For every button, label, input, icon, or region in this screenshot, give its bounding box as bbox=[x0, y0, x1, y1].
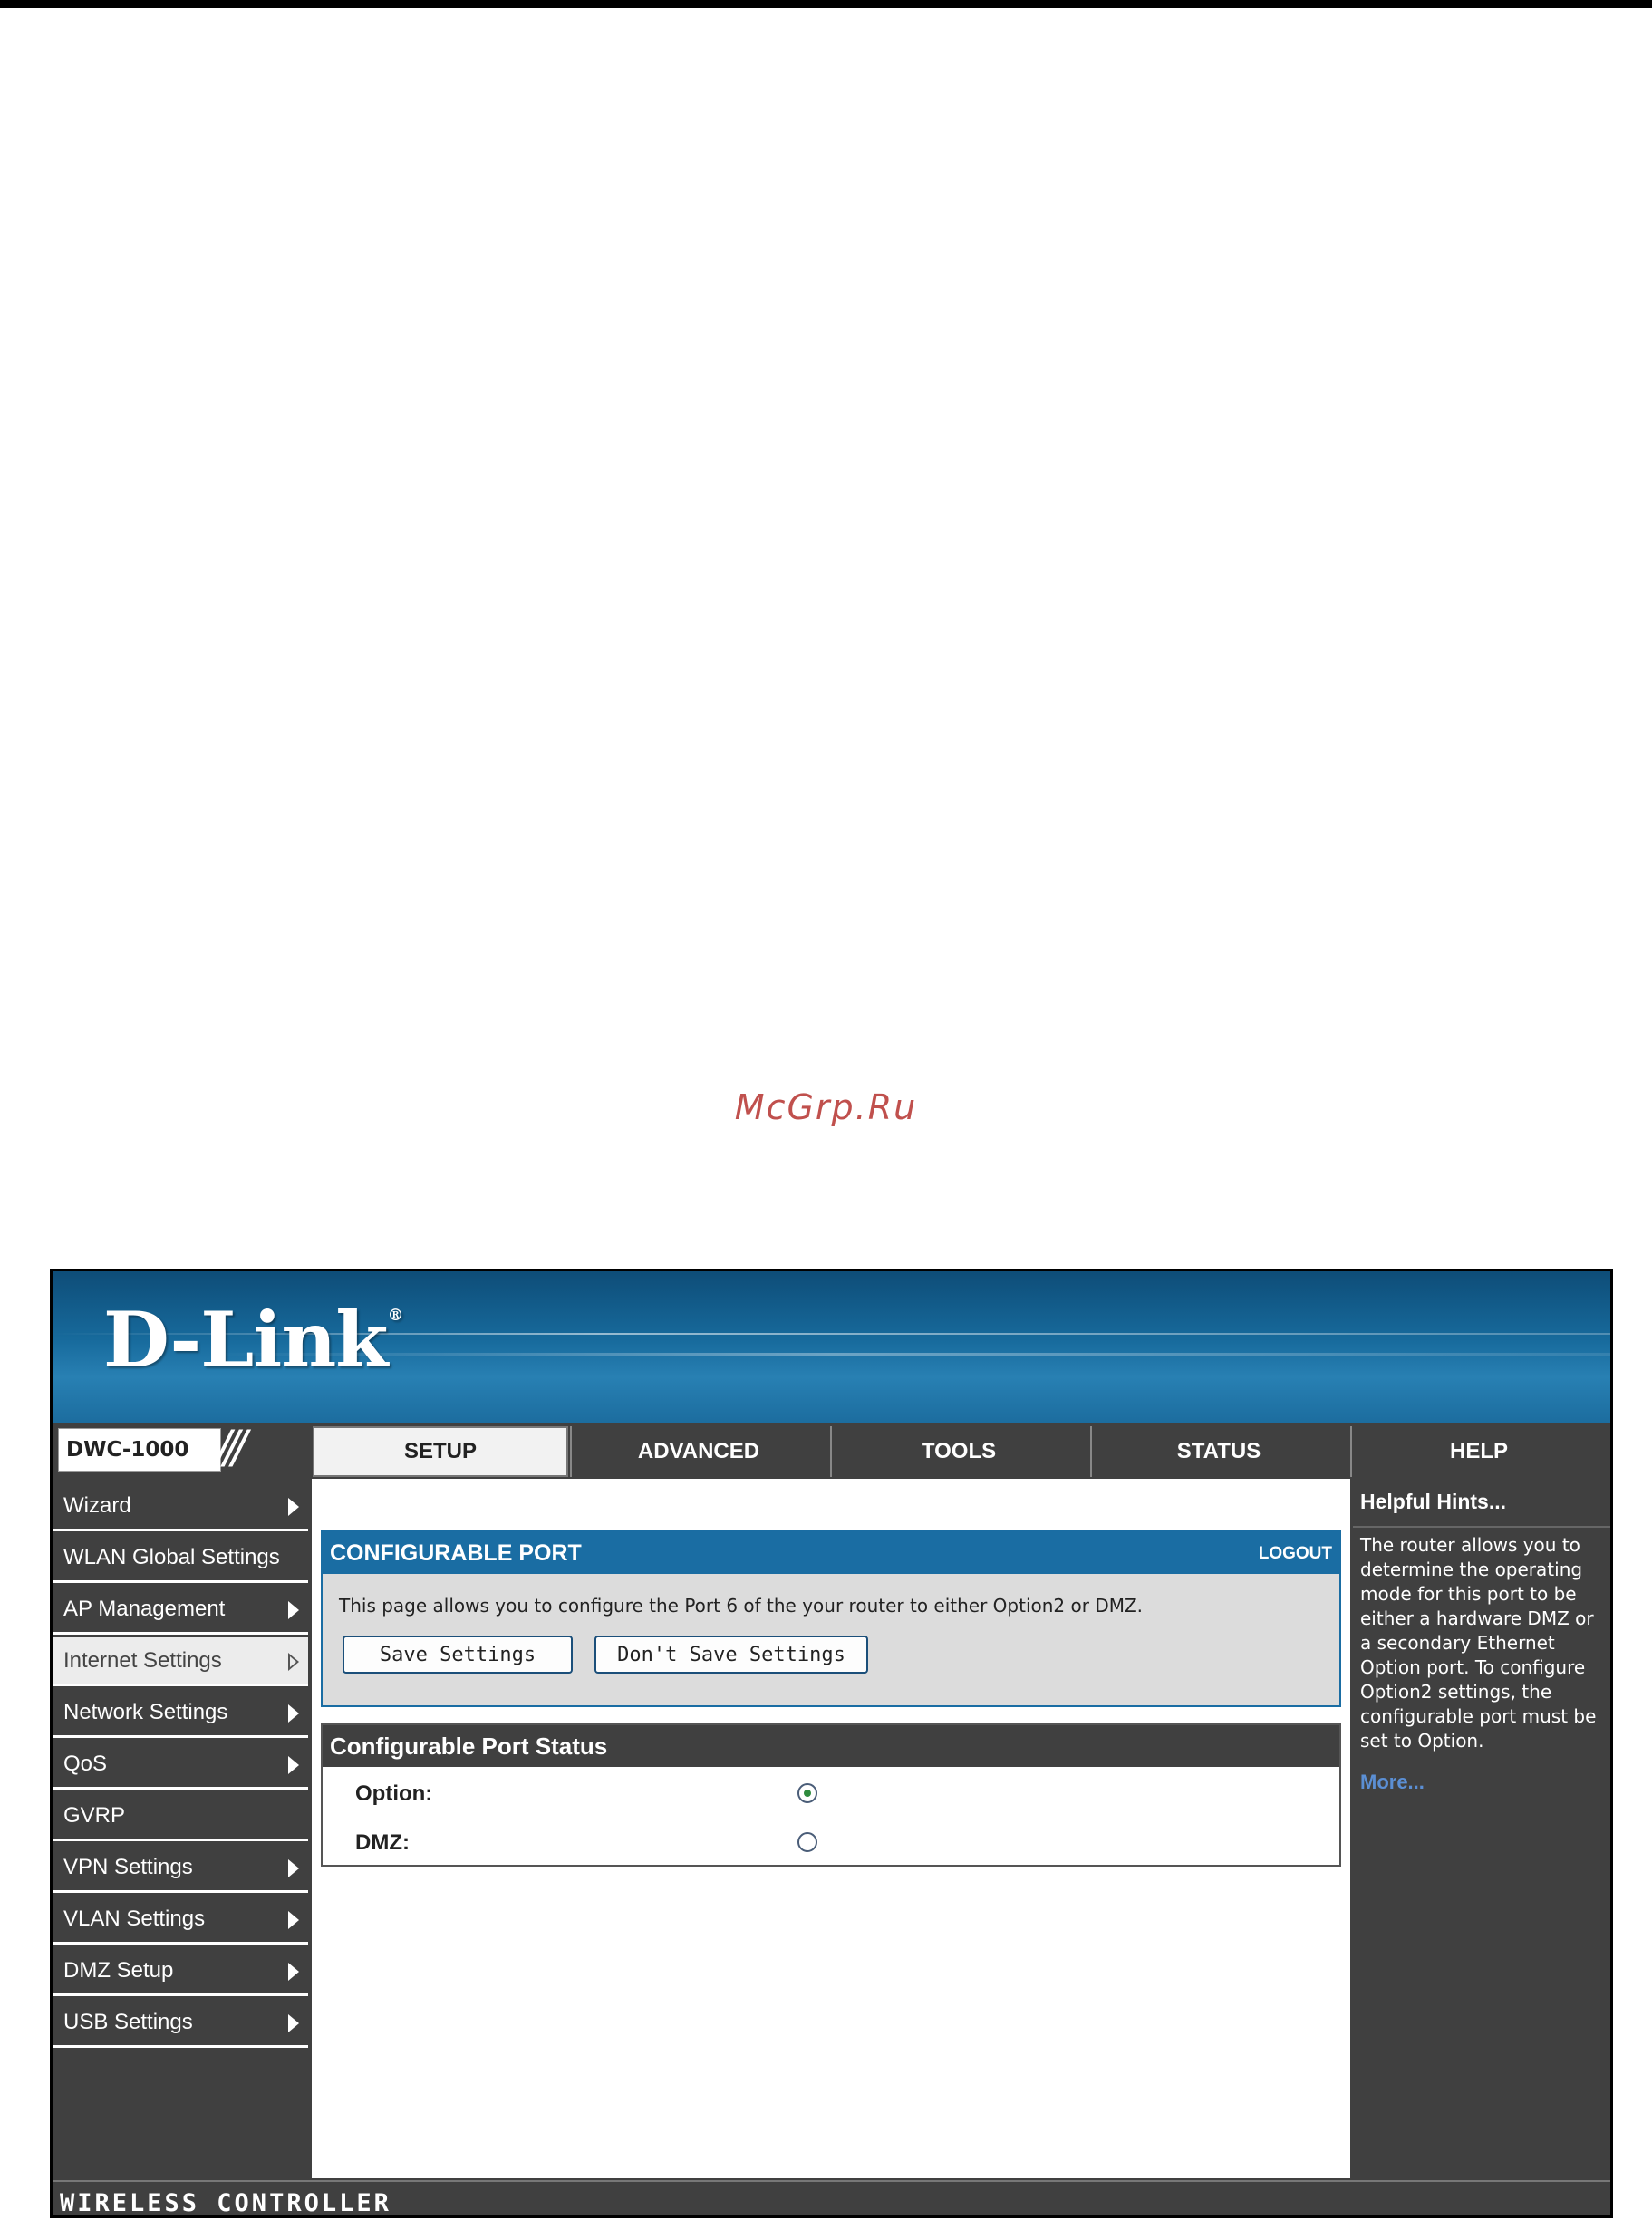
dlink-logo: D-Link® bbox=[103, 1295, 404, 1385]
tab-advanced[interactable]: ADVANCED bbox=[570, 1426, 826, 1477]
top-navigation: DWC-1000 /// SETUP ADVANCED TOOLS STATUS… bbox=[53, 1423, 1610, 1479]
tab-tools[interactable]: TOOLS bbox=[830, 1426, 1086, 1477]
sidebar-item-network-settings[interactable]: Network Settings bbox=[53, 1689, 308, 1738]
arrow-right-icon bbox=[288, 2014, 299, 2032]
help-divider bbox=[1353, 1526, 1610, 1528]
sidebar-item-label: VPN Settings bbox=[63, 1854, 193, 1879]
help-more-link[interactable]: More... bbox=[1360, 1771, 1425, 1794]
footer-bar: WIRELESS CONTROLLER bbox=[53, 2180, 1610, 2217]
sidebar-item-label: AP Management bbox=[63, 1596, 226, 1621]
sidebar-item-wizard[interactable]: Wizard bbox=[53, 1482, 308, 1531]
configurable-port-panel: CONFIGURABLE PORT LOGOUT This page allow… bbox=[321, 1530, 1341, 1707]
tab-help[interactable]: HELP bbox=[1350, 1426, 1606, 1477]
dmz-radio[interactable] bbox=[797, 1832, 817, 1852]
arrow-right-icon bbox=[288, 1704, 299, 1723]
sidebar-item-label: GVRP bbox=[63, 1802, 126, 1828]
dmz-label: DMZ: bbox=[355, 1830, 410, 1855]
sidebar-item-label: DMZ Setup bbox=[63, 1957, 174, 1983]
option-radio[interactable] bbox=[797, 1783, 817, 1803]
router-ui-screenshot: D-Link® DWC-1000 /// SETUP ADVANCED TOOL… bbox=[50, 1269, 1613, 2218]
sidebar-item-internet-settings[interactable]: Internet Settings bbox=[53, 1637, 308, 1686]
dont-save-settings-button[interactable]: Don't Save Settings bbox=[594, 1636, 868, 1674]
header-banner: D-Link® bbox=[53, 1271, 1610, 1423]
arrow-right-icon bbox=[288, 1911, 299, 1929]
footer-product-label: WIRELESS CONTROLLER bbox=[60, 2189, 391, 2217]
sidebar-item-vlan-settings[interactable]: VLAN Settings bbox=[53, 1896, 308, 1945]
panel-title: CONFIGURABLE PORT bbox=[330, 1540, 582, 1566]
page-top-rule bbox=[0, 0, 1652, 8]
tab-status[interactable]: STATUS bbox=[1090, 1426, 1346, 1477]
model-badge: DWC-1000 bbox=[58, 1428, 221, 1472]
sidebar-item-label: Internet Settings bbox=[63, 1647, 222, 1673]
arrow-right-icon bbox=[288, 1859, 299, 1877]
port-status-panel: Configurable Port Status Option: DMZ: bbox=[321, 1723, 1341, 1867]
watermark-text: McGrp.Ru bbox=[734, 1087, 918, 1127]
sidebar-menu: Wizard WLAN Global Settings AP Managemen… bbox=[53, 1479, 310, 2204]
panel-description: This page allows you to configure the Po… bbox=[339, 1595, 1144, 1617]
sidebar-item-vpn-settings[interactable]: VPN Settings bbox=[53, 1844, 308, 1893]
save-settings-button[interactable]: Save Settings bbox=[343, 1636, 573, 1674]
status-section-title: Configurable Port Status bbox=[323, 1725, 1339, 1767]
main-content: CONFIGURABLE PORT LOGOUT This page allow… bbox=[312, 1479, 1350, 2178]
sidebar-item-label: QoS bbox=[63, 1751, 108, 1776]
sidebar-item-label: Wizard bbox=[63, 1492, 131, 1518]
arrow-right-icon bbox=[288, 1601, 299, 1619]
arrow-right-icon bbox=[288, 1963, 299, 1981]
sidebar-item-label: USB Settings bbox=[63, 2009, 193, 2034]
option-label: Option: bbox=[355, 1781, 433, 1806]
sidebar-item-label: WLAN Global Settings bbox=[63, 1544, 280, 1569]
sidebar-item-label: VLAN Settings bbox=[63, 1906, 206, 1931]
help-panel: Helpful Hints... The router allows you t… bbox=[1353, 1479, 1610, 2178]
model-name: DWC-1000 bbox=[66, 1438, 189, 1462]
help-title: Helpful Hints... bbox=[1360, 1490, 1506, 1513]
sidebar-item-ap-management[interactable]: AP Management bbox=[53, 1586, 308, 1635]
arrow-right-icon bbox=[288, 1756, 299, 1774]
model-slashes: /// bbox=[216, 1421, 246, 1473]
help-text: The router allows you to determine the o… bbox=[1360, 1534, 1597, 1752]
arrow-right-outline-icon bbox=[288, 1653, 299, 1671]
panel-header: CONFIGURABLE PORT LOGOUT bbox=[323, 1531, 1339, 1574]
sidebar-item-dmz-setup[interactable]: DMZ Setup bbox=[53, 1947, 308, 1996]
sidebar-item-wlan-global-settings[interactable]: WLAN Global Settings bbox=[53, 1534, 308, 1583]
sidebar-item-gvrp[interactable]: GVRP bbox=[53, 1792, 308, 1841]
arrow-right-icon bbox=[288, 1498, 299, 1516]
logout-link[interactable]: LOGOUT bbox=[1259, 1544, 1332, 1564]
tab-setup[interactable]: SETUP bbox=[313, 1426, 568, 1477]
sidebar-item-qos[interactable]: QoS bbox=[53, 1741, 308, 1790]
sidebar-item-label: Network Settings bbox=[63, 1699, 228, 1724]
sidebar-item-usb-settings[interactable]: USB Settings bbox=[53, 1999, 308, 2048]
